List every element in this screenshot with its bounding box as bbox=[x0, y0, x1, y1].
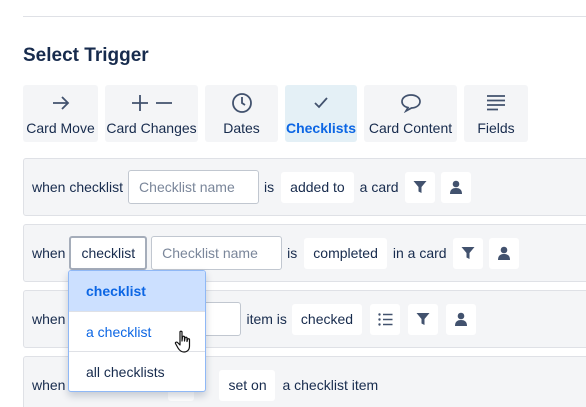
tab-dates[interactable]: Dates bbox=[205, 85, 278, 142]
checklist-scope-select[interactable]: checklist bbox=[69, 236, 148, 270]
row-text: is bbox=[264, 179, 275, 195]
checklist-name-input[interactable]: Checklist name bbox=[151, 236, 283, 270]
tab-card-move[interactable]: Card Move bbox=[23, 85, 98, 142]
tab-checklists[interactable]: Checklists bbox=[285, 85, 357, 142]
row-text: a checklist item bbox=[282, 377, 379, 393]
list-icon bbox=[377, 312, 393, 326]
speech-bubble-icon bbox=[400, 92, 422, 114]
member-button[interactable] bbox=[446, 303, 477, 335]
row-text: when bbox=[32, 377, 66, 393]
clock-icon bbox=[231, 92, 253, 114]
tab-fields[interactable]: Fields bbox=[464, 85, 528, 142]
plus-minus-icon bbox=[130, 92, 174, 114]
check-icon bbox=[313, 92, 329, 114]
tab-label: Fields bbox=[477, 120, 515, 136]
filter-button[interactable] bbox=[452, 237, 483, 269]
person-icon bbox=[449, 180, 462, 194]
row-text: item is bbox=[246, 311, 287, 327]
dropdown-option-checklist[interactable]: checklist bbox=[69, 271, 205, 311]
tab-label: Card Move bbox=[26, 120, 95, 136]
filter-icon bbox=[416, 313, 430, 325]
member-button[interactable] bbox=[440, 171, 471, 203]
tab-label: Checklists bbox=[285, 120, 357, 136]
row-text: is bbox=[287, 245, 298, 261]
dropdown-option-all-checklists[interactable]: all checklists bbox=[69, 351, 205, 391]
fields-icon bbox=[486, 92, 506, 114]
row-text: when bbox=[32, 311, 66, 327]
list-options-button[interactable] bbox=[370, 303, 401, 335]
filter-button[interactable] bbox=[404, 171, 435, 203]
section-title: Select Trigger bbox=[23, 45, 149, 66]
filter-button[interactable] bbox=[408, 303, 439, 335]
trigger-row-checklist-added[interactable]: when checklist Checklist name is added t… bbox=[23, 158, 586, 216]
tab-card-content[interactable]: Card Content bbox=[364, 85, 457, 142]
member-button[interactable] bbox=[488, 237, 519, 269]
top-divider bbox=[23, 16, 586, 17]
row-text: a card bbox=[359, 179, 399, 195]
row-text: in a card bbox=[392, 245, 447, 261]
due-date-select[interactable]: set on bbox=[219, 369, 276, 401]
row-text: when bbox=[32, 245, 66, 261]
action-select[interactable]: completed bbox=[304, 237, 387, 269]
tab-label: Card Content bbox=[368, 120, 453, 136]
tab-card-changes[interactable]: Card Changes bbox=[105, 85, 198, 142]
hand-cursor-icon bbox=[174, 330, 191, 353]
checklist-name-input[interactable]: Checklist name bbox=[128, 170, 260, 204]
tab-label: Dates bbox=[223, 120, 260, 136]
person-icon bbox=[455, 312, 468, 326]
filter-icon bbox=[461, 247, 475, 259]
row-text: when checklist bbox=[32, 179, 124, 195]
arrow-right-icon bbox=[51, 92, 71, 114]
action-select[interactable]: added to bbox=[281, 171, 354, 203]
tab-label: Card Changes bbox=[106, 120, 197, 136]
trigger-type-tabs: Card Move Card Changes Dates Checklists … bbox=[23, 85, 528, 142]
filter-icon bbox=[413, 181, 427, 193]
person-icon bbox=[497, 246, 510, 260]
state-select[interactable]: checked bbox=[291, 303, 363, 335]
